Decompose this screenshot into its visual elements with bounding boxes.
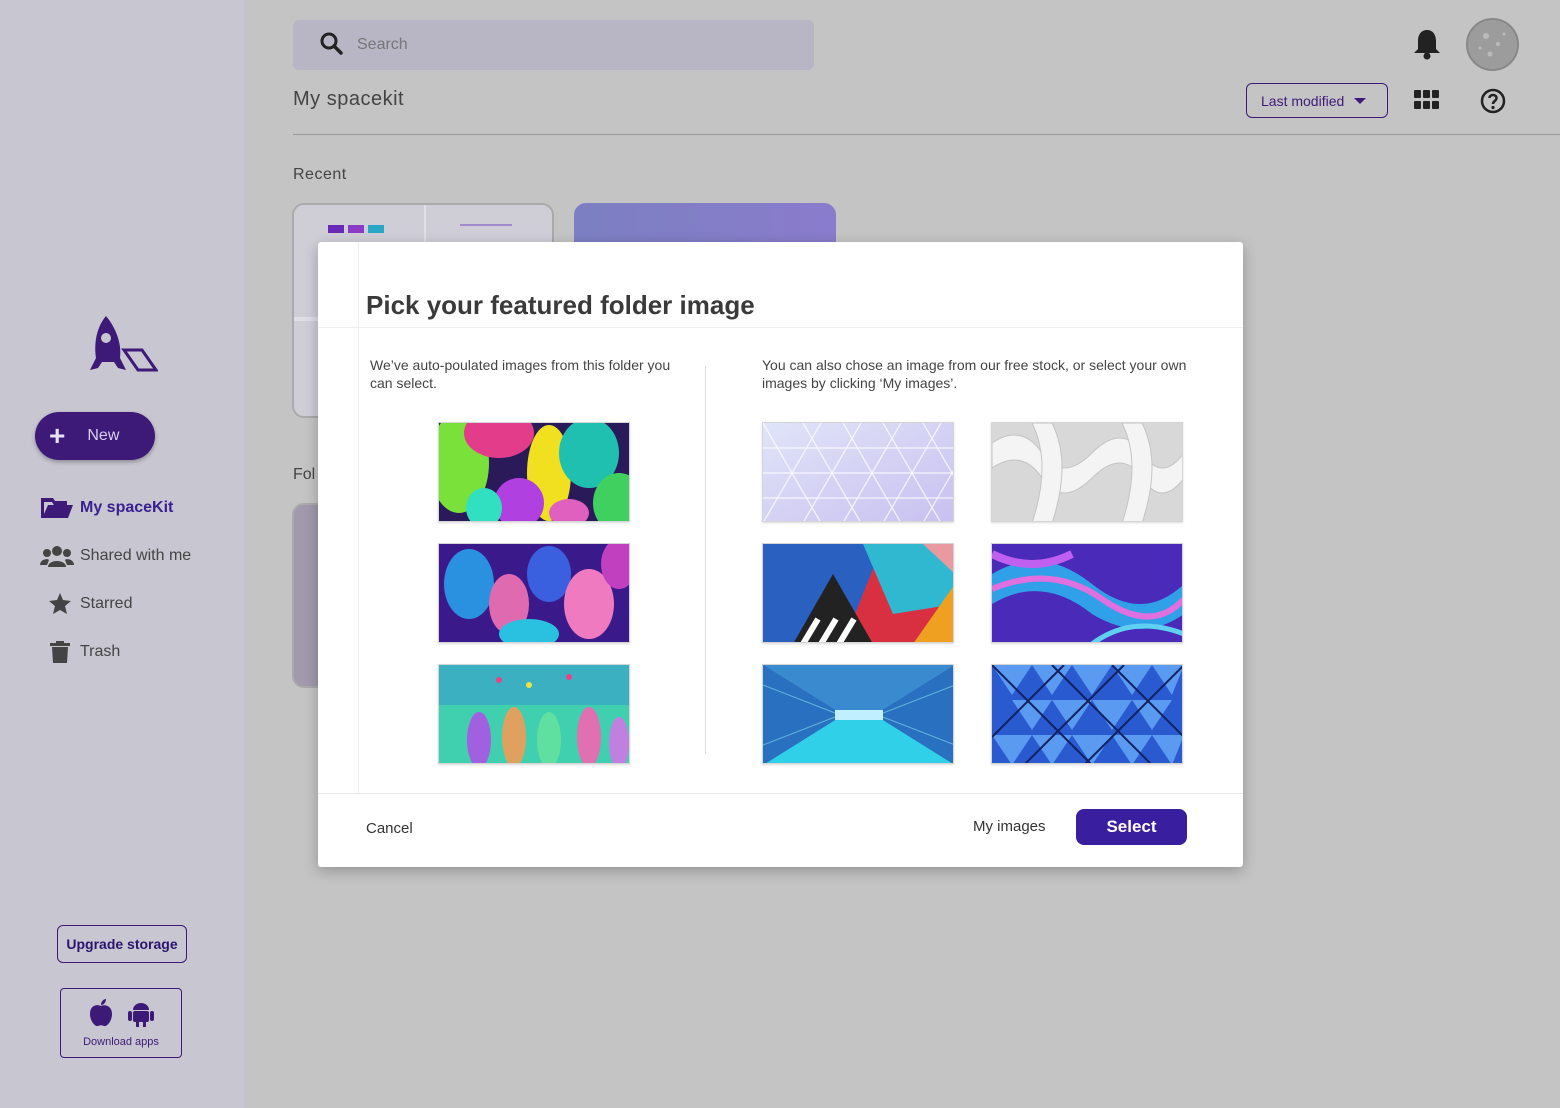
search-input[interactable]	[357, 36, 757, 54]
cancel-button[interactable]: Cancel	[366, 820, 413, 837]
users-icon	[40, 544, 80, 568]
folder-image-option[interactable]	[438, 664, 630, 764]
plus-icon: +	[49, 420, 66, 451]
upgrade-storage-button[interactable]: Upgrade storage	[57, 925, 187, 963]
sort-dropdown[interactable]: Last modified	[1246, 83, 1388, 118]
stock-images-description: You can also chose an image from our fre…	[762, 357, 1187, 391]
stock-image-option[interactable]	[991, 543, 1183, 643]
auto-populated-description: We’ve auto-poulated images from this fol…	[370, 357, 671, 391]
sidebar-item-shared[interactable]: Shared with me	[40, 532, 240, 580]
rocket-logo-icon	[84, 314, 159, 374]
stock-image-option[interactable]	[991, 422, 1183, 522]
page-title: My spacekit	[293, 88, 405, 110]
select-button[interactable]: Select	[1076, 809, 1187, 845]
download-apps-button[interactable]: Download apps	[60, 988, 182, 1058]
bell-icon[interactable]	[1412, 28, 1442, 65]
apple-icon	[88, 998, 114, 1032]
grid-view-icon[interactable]	[1414, 90, 1440, 115]
new-button-label: New	[87, 427, 120, 444]
stock-image-option[interactable]	[762, 664, 954, 764]
help-icon[interactable]	[1480, 88, 1506, 119]
sidebar-item-label: Trash	[80, 643, 121, 660]
column-divider	[705, 366, 706, 754]
sidebar-item-starred[interactable]: Starred	[40, 580, 240, 628]
caret-down-icon	[1354, 97, 1367, 104]
sidebar-item-trash[interactable]: Trash	[40, 628, 240, 676]
my-images-button[interactable]: My images	[973, 818, 1046, 835]
sort-label: Last modified	[1261, 92, 1345, 109]
stock-image-option[interactable]	[762, 543, 954, 643]
folder-open-icon	[40, 496, 80, 520]
modal-footer-divider	[318, 793, 1243, 794]
modal-divider	[318, 327, 1243, 328]
trash-icon	[40, 640, 80, 664]
sidebar-item-label: Starred	[80, 595, 133, 612]
folder-image-option[interactable]	[438, 422, 630, 522]
avatar[interactable]	[1466, 18, 1519, 71]
modal-title: Pick your featured folder image	[366, 290, 755, 320]
sidebar-item-label: My spaceKit	[80, 499, 174, 516]
folders-heading: Fol	[293, 466, 316, 483]
search-icon	[319, 31, 343, 60]
recent-heading: Recent	[293, 166, 347, 183]
download-apps-label: Download apps	[83, 1035, 159, 1048]
modal-guide-line	[358, 242, 359, 794]
android-icon	[128, 999, 154, 1032]
stock-image-option[interactable]	[991, 664, 1183, 764]
sidebar: + New My spaceKit Shared with me Starred	[0, 0, 244, 1108]
sidebar-nav: My spaceKit Shared with me Starred Trash	[40, 484, 240, 676]
header-divider	[293, 134, 1560, 135]
featured-image-modal: Pick your featured folder image We’ve au…	[318, 242, 1243, 867]
sidebar-item-label: Shared with me	[80, 547, 192, 564]
new-button[interactable]: + New	[35, 412, 155, 460]
search-bar[interactable]	[293, 20, 814, 70]
star-icon	[40, 592, 80, 616]
sidebar-item-my-spacekit[interactable]: My spaceKit	[40, 484, 240, 532]
folder-image-option[interactable]	[438, 543, 630, 643]
stock-image-option[interactable]	[762, 422, 954, 522]
